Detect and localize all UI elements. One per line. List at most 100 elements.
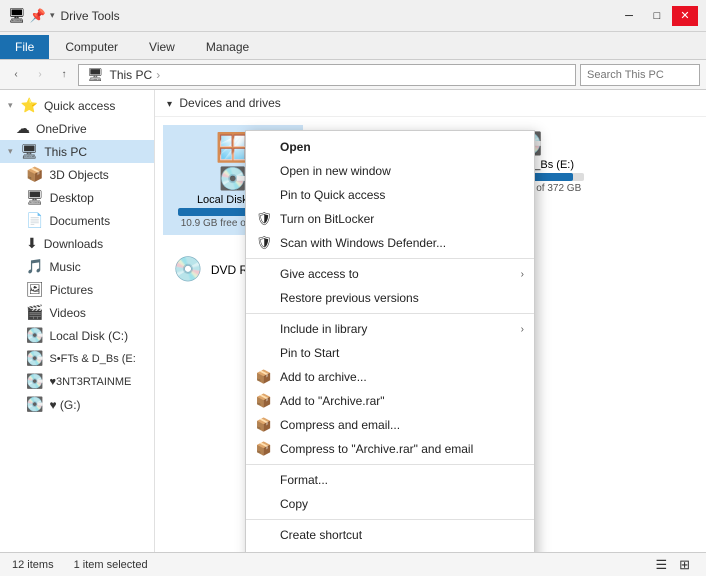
item-count: 12 items xyxy=(12,559,54,571)
content-area: ▾ Devices and drives 🪟 💽 Local Disk (C:)… xyxy=(155,90,706,552)
window-icon: 🖥 xyxy=(8,7,26,24)
ctx-pin-start[interactable]: Pin to Start xyxy=(246,341,534,365)
back-button[interactable]: ‹ xyxy=(6,65,26,85)
documents-icon: 📄 xyxy=(26,212,43,229)
sidebar-label-documents: Documents xyxy=(49,214,110,228)
tab-file[interactable]: File xyxy=(0,35,49,59)
g-drive-icon: 💽 xyxy=(26,396,43,413)
entertainment-icon: 💽 xyxy=(26,373,43,390)
ctx-divider-3 xyxy=(246,464,534,465)
ctx-copy[interactable]: Copy xyxy=(246,492,534,516)
sidebar-label-pictures: Pictures xyxy=(50,283,93,297)
context-menu: Open Open in new window Pin to Quick acc… xyxy=(245,130,535,552)
give-access-icon xyxy=(256,266,272,282)
ctx-pin-start-label: Pin to Start xyxy=(280,346,339,360)
sidebar-label-3dobjects: 3D Objects xyxy=(49,168,108,182)
ctx-format[interactable]: Format... xyxy=(246,468,534,492)
sidebar-label-entertainment: ♥3NT3RTAINME xyxy=(49,376,131,388)
ctx-copy-label: Copy xyxy=(280,497,308,511)
pin-start-icon xyxy=(256,345,272,361)
sidebar-label-this-pc: This PC xyxy=(44,145,87,159)
ctx-rename[interactable]: Rename xyxy=(246,547,534,552)
sidebar-label-desktop: Desktop xyxy=(50,191,94,205)
sidebar-label-g: ♥ (G:) xyxy=(49,398,80,412)
up-button[interactable]: ↑ xyxy=(54,65,74,85)
arrow-right-icon-2: › xyxy=(521,324,524,335)
tab-view[interactable]: View xyxy=(134,35,190,59)
copy-icon xyxy=(256,496,272,512)
quick-access-icon: ⭐ xyxy=(21,97,38,114)
maximize-button[interactable]: □ xyxy=(644,6,670,26)
chevron-icon: ▾ xyxy=(8,100,13,111)
chevron-icon: ▾ xyxy=(8,146,13,157)
ctx-compress-email-rar[interactable]: 📦 Compress to "Archive.rar" and email xyxy=(246,437,534,461)
view-list-button[interactable]: ☰ xyxy=(651,555,671,575)
ctx-open-new-window[interactable]: Open in new window xyxy=(246,159,534,183)
address-bar: ‹ › ↑ 🖥 This PC › xyxy=(0,60,706,90)
ctx-pin-quick-access[interactable]: Pin to Quick access xyxy=(246,183,534,207)
devices-label: Devices and drives xyxy=(179,96,280,110)
sidebar-item-onedrive[interactable]: ☁ OneDrive xyxy=(0,117,154,140)
ribbon-tabs: File Computer View Manage xyxy=(0,32,706,60)
ctx-bitlocker-label: Turn on BitLocker xyxy=(280,212,374,226)
ctx-include-library[interactable]: Include in library › xyxy=(246,317,534,341)
ctx-pin-quick-access-label: Pin to Quick access xyxy=(280,188,385,202)
ctx-compress-email-rar-label: Compress to "Archive.rar" and email xyxy=(280,442,473,456)
sidebar-label-downloads: Downloads xyxy=(44,237,103,251)
dvd-icon: 💿 xyxy=(173,255,203,284)
defender-icon: 🛡 xyxy=(256,235,272,251)
tab-manage[interactable]: Manage xyxy=(191,35,264,59)
ctx-compress-email[interactable]: 📦 Compress and email... xyxy=(246,413,534,437)
ctx-defender[interactable]: 🛡 Scan with Windows Defender... xyxy=(246,231,534,255)
minimize-button[interactable]: ─ xyxy=(616,6,642,26)
library-icon xyxy=(256,321,272,337)
sidebar-item-3d-objects[interactable]: 📦 3D Objects xyxy=(0,163,154,186)
ctx-add-archive-rar-label: Add to "Archive.rar" xyxy=(280,394,385,408)
address-path[interactable]: 🖥 This PC › xyxy=(78,64,576,86)
shortcut-icon xyxy=(256,527,272,543)
path-icon: 🖥 xyxy=(87,67,104,83)
view-grid-button[interactable]: ⊞ xyxy=(675,555,694,575)
sidebar-item-downloads[interactable]: ⬇ Downloads xyxy=(0,232,154,255)
ctx-divider-2 xyxy=(246,313,534,314)
title-bar-icons: 🖥 📌 ▾ xyxy=(8,7,55,24)
forward-button[interactable]: › xyxy=(30,65,50,85)
ctx-give-access[interactable]: Give access to › xyxy=(246,262,534,286)
sidebar-item-entertainment[interactable]: 💽 ♥3NT3RTAINME xyxy=(0,370,154,393)
title-bar: 🖥 📌 ▾ Drive Tools ─ □ ✕ xyxy=(0,0,706,32)
sidebar-item-videos[interactable]: 🎬 Videos xyxy=(0,301,154,324)
ctx-defender-label: Scan with Windows Defender... xyxy=(280,236,446,250)
sidebar-label-videos: Videos xyxy=(49,306,85,320)
close-button[interactable]: ✕ xyxy=(672,6,698,26)
tab-computer[interactable]: Computer xyxy=(50,35,133,59)
sidebar-item-g[interactable]: 💽 ♥ (G:) xyxy=(0,393,154,416)
sidebar-item-pictures[interactable]: 🖼 Pictures xyxy=(0,278,154,301)
ctx-add-archive-rar[interactable]: 📦 Add to "Archive.rar" xyxy=(246,389,534,413)
drive-c-icon: 💽 xyxy=(219,166,246,192)
sidebar-item-desktop[interactable]: 🖥 Desktop xyxy=(0,186,154,209)
ctx-bitlocker[interactable]: 🛡 Turn on BitLocker xyxy=(246,207,534,231)
sidebar-item-this-pc[interactable]: ▾ 🖥 This PC xyxy=(0,140,154,163)
sidebar-item-local-disk-c[interactable]: 💽 Local Disk (C:) xyxy=(0,324,154,347)
pin-icon xyxy=(256,187,272,203)
thispc-icon: 🖥 xyxy=(21,143,39,160)
open-icon xyxy=(256,139,272,155)
ctx-include-library-label: Include in library xyxy=(280,322,367,336)
ctx-create-shortcut[interactable]: Create shortcut xyxy=(246,523,534,547)
search-input[interactable] xyxy=(580,64,700,86)
ctx-add-archive[interactable]: 📦 Add to archive... xyxy=(246,365,534,389)
local-disk-c-icon: 💽 xyxy=(26,327,43,344)
sidebar-item-softs[interactable]: 💽 S•FTs & D_Bs (E: xyxy=(0,347,154,370)
sidebar-item-documents[interactable]: 📄 Documents xyxy=(0,209,154,232)
ctx-open[interactable]: Open xyxy=(246,135,534,159)
ctx-compress-email-label: Compress and email... xyxy=(280,418,400,432)
3dobjects-icon: 📦 xyxy=(26,166,43,183)
archive-icon: 📦 xyxy=(256,369,272,385)
sidebar-item-music[interactable]: 🎵 Music xyxy=(0,255,154,278)
ctx-restore-prev[interactable]: Restore previous versions xyxy=(246,286,534,310)
open-window-icon xyxy=(256,163,272,179)
sidebar-item-quick-access[interactable]: ▾ ⭐ Quick access xyxy=(0,94,154,117)
ctx-restore-prev-label: Restore previous versions xyxy=(280,291,419,305)
restore-icon xyxy=(256,290,272,306)
ctx-divider-4 xyxy=(246,519,534,520)
